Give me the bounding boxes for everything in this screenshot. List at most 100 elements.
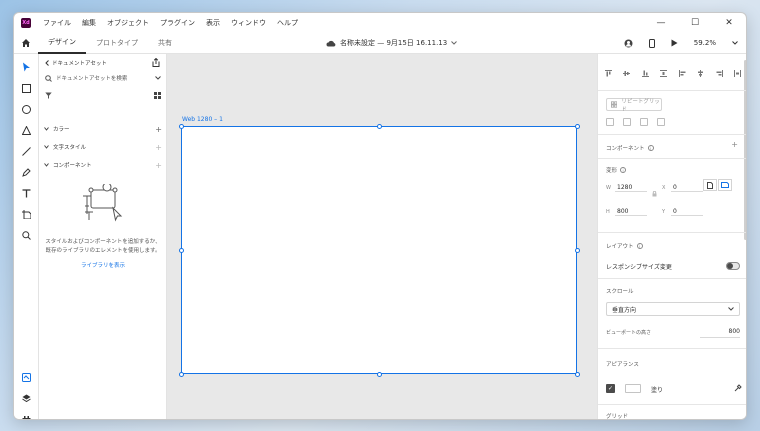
artboard-label[interactable]: Web 1280 – 1 xyxy=(182,116,223,123)
align-center-icon[interactable] xyxy=(697,70,704,77)
resize-handle-top-left[interactable] xyxy=(179,124,184,129)
exclude-boolean-icon[interactable] xyxy=(657,118,665,126)
menu-object[interactable]: オブジェクト xyxy=(107,18,149,28)
user-icon[interactable] xyxy=(624,39,633,48)
align-middle-icon[interactable] xyxy=(623,70,631,77)
close-button[interactable]: ✕ xyxy=(712,13,746,32)
assets-header[interactable]: ドキュメントアセット xyxy=(45,59,107,67)
resize-handle-top[interactable] xyxy=(377,124,382,129)
play-icon[interactable] xyxy=(671,39,678,47)
line-tool-icon[interactable] xyxy=(19,144,33,158)
text-tool-icon[interactable] xyxy=(19,186,33,200)
repeat-grid-button[interactable]: リピートグリッド xyxy=(606,98,662,113)
design-canvas[interactable]: Web 1280 – 1 xyxy=(167,54,597,419)
assets-panel-icon[interactable] xyxy=(19,370,33,384)
distribute-vertical-icon[interactable] xyxy=(660,70,668,77)
minimize-button[interactable]: — xyxy=(644,13,678,32)
export-icon[interactable] xyxy=(152,57,160,69)
info-icon[interactable]: i xyxy=(620,167,627,173)
rectangle-tool-icon[interactable] xyxy=(19,81,33,95)
section-character-styles[interactable]: 文字スタイル + xyxy=(44,141,162,153)
distribute-horizontal-icon[interactable] xyxy=(733,70,741,77)
scroll-direction-select[interactable]: 垂直方向 xyxy=(606,302,740,316)
document-title[interactable]: 名称未設定 — 9月15日 16.11.13 xyxy=(326,32,458,54)
responsive-resize-toggle[interactable] xyxy=(726,262,740,270)
zoom-tool-icon[interactable] xyxy=(19,228,33,242)
appearance-section-label: アピアランス xyxy=(606,362,639,368)
home-icon[interactable] xyxy=(14,32,38,54)
artboard-tool-icon[interactable] xyxy=(19,207,33,221)
viewport-height-value[interactable]: 800 xyxy=(700,328,740,338)
y-value[interactable]: 0 xyxy=(671,208,703,216)
empty-assets-message: スタイルおよびコンポーネントを追加するか、既存のライブラリのエレメントを使用しま… xyxy=(45,239,161,254)
divider xyxy=(598,348,746,349)
resize-handle-top-right[interactable] xyxy=(575,124,580,129)
ellipse-tool-icon[interactable] xyxy=(19,102,33,116)
align-top-icon[interactable] xyxy=(605,70,612,77)
app-window: Xd ファイル 編集 オブジェクト プラグイン 表示 ウィンドウ ヘルプ — ☐… xyxy=(13,12,747,420)
tab-prototype[interactable]: プロトタイプ xyxy=(86,32,148,54)
height-field-label: H xyxy=(606,209,610,215)
menu-plugins[interactable]: プラグイン xyxy=(160,18,195,28)
menu-window[interactable]: ウィンドウ xyxy=(231,18,266,28)
empty-assets-illustration-icon xyxy=(79,182,127,226)
resize-handle-right[interactable] xyxy=(575,248,580,253)
add-boolean-icon[interactable] xyxy=(606,118,614,126)
add-component-icon[interactable]: + xyxy=(731,140,738,149)
intersect-boolean-icon[interactable] xyxy=(640,118,648,126)
menu-file[interactable]: ファイル xyxy=(43,18,71,28)
height-field[interactable]: H 800 xyxy=(606,206,647,218)
eyedropper-icon[interactable] xyxy=(734,384,742,392)
align-toolbar xyxy=(605,70,741,77)
section-components[interactable]: コンポーネント + xyxy=(44,159,162,171)
zoom-chevron-icon[interactable] xyxy=(732,41,738,45)
zoom-level[interactable]: 59.2% xyxy=(694,39,716,47)
portrait-orientation-icon[interactable] xyxy=(703,179,717,191)
resize-handle-bottom-left[interactable] xyxy=(179,372,184,377)
info-icon[interactable]: i xyxy=(636,243,643,249)
align-right-icon[interactable] xyxy=(716,70,723,77)
height-value[interactable]: 800 xyxy=(615,208,647,216)
add-color-icon[interactable]: + xyxy=(155,125,162,134)
subtract-boolean-icon[interactable] xyxy=(623,118,631,126)
x-value[interactable]: 0 xyxy=(671,184,703,192)
menu-bar: Xd ファイル 編集 オブジェクト プラグイン 表示 ウィンドウ ヘルプ — ☐… xyxy=(14,13,746,32)
mobile-preview-icon[interactable] xyxy=(648,38,655,48)
fill-checkbox[interactable]: ✓ xyxy=(606,384,615,393)
tab-design[interactable]: デザイン xyxy=(38,32,86,54)
assets-header-title: ドキュメントアセット xyxy=(52,61,107,67)
filter-icon[interactable] xyxy=(45,92,52,99)
maximize-button[interactable]: ☐ xyxy=(678,13,712,32)
menu-help[interactable]: ヘルプ xyxy=(277,18,298,28)
lock-aspect-icon[interactable] xyxy=(652,191,657,197)
x-field[interactable]: X 0 xyxy=(662,182,703,194)
align-left-icon[interactable] xyxy=(678,70,686,77)
pen-tool-icon[interactable] xyxy=(19,165,33,179)
view-libraries-link[interactable]: ライブラリを表示 xyxy=(39,261,167,269)
resize-handle-bottom[interactable] xyxy=(377,372,382,377)
width-field[interactable]: W 1280 xyxy=(606,182,647,194)
resize-handle-left[interactable] xyxy=(179,248,184,253)
layers-panel-icon[interactable] xyxy=(19,391,33,405)
section-colors[interactable]: カラー + xyxy=(44,123,162,135)
add-component-icon[interactable]: + xyxy=(155,161,162,170)
align-bottom-icon[interactable] xyxy=(641,70,649,77)
artboard[interactable] xyxy=(179,124,580,377)
add-character-style-icon[interactable]: + xyxy=(155,143,162,152)
tab-share[interactable]: 共有 xyxy=(148,32,182,54)
polygon-tool-icon[interactable] xyxy=(19,123,33,137)
info-icon[interactable]: i xyxy=(647,145,654,151)
menu-edit[interactable]: 編集 xyxy=(82,18,96,28)
grid-view-icon[interactable] xyxy=(154,91,161,99)
y-field[interactable]: Y 0 xyxy=(662,206,703,218)
width-value[interactable]: 1280 xyxy=(615,184,647,192)
property-inspector: リピートグリッド コンポーネント i + 変形 i W 1280 X 0 H 8… xyxy=(597,54,746,419)
resize-handle-bottom-right[interactable] xyxy=(575,372,580,377)
landscape-orientation-icon[interactable] xyxy=(718,179,732,191)
assets-search-input[interactable]: ドキュメントアセットを検索 xyxy=(45,71,161,85)
plugins-panel-icon[interactable] xyxy=(19,412,33,419)
inspector-scrollbar[interactable] xyxy=(744,60,746,240)
select-tool-icon[interactable] xyxy=(19,60,33,74)
fill-color-swatch[interactable] xyxy=(625,384,641,393)
menu-view[interactable]: 表示 xyxy=(206,18,220,28)
